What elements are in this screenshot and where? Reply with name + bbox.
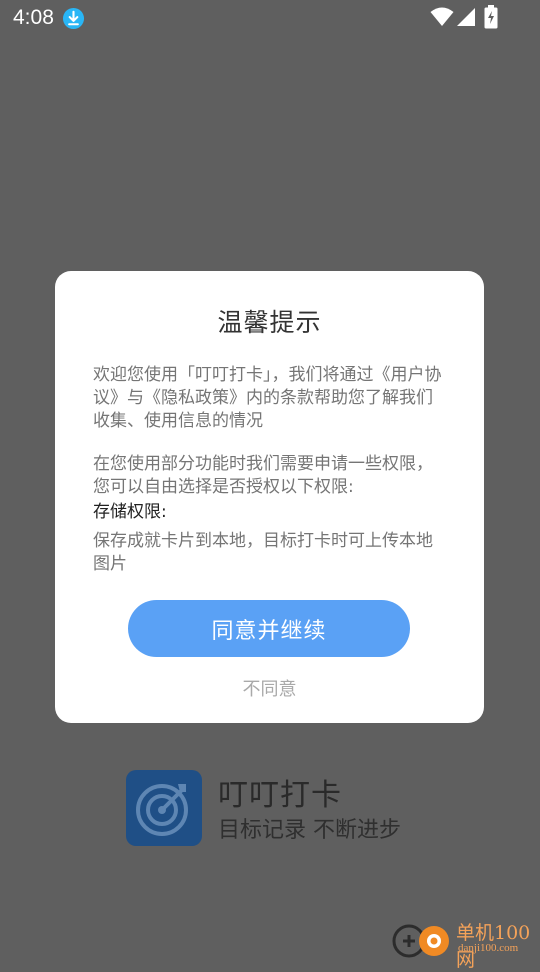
dialog-permission-intro: 在您使用部分功能时我们需要申请一些权限，您可以自由选择是否授权以下权限: (93, 454, 433, 497)
wifi-icon (430, 7, 454, 26)
dialog-title: 温馨提示 (217, 308, 322, 337)
battery-icon (484, 5, 498, 29)
privacy-dialog: 温馨提示 欢迎您使用「叮叮打卡」，我们将通过《用户协议》与《隐私政策》内的条款帮… (55, 271, 484, 723)
app-name: 叮叮打卡 (218, 778, 342, 813)
status-bar: 4:08 (0, 0, 540, 36)
download-icon (62, 7, 85, 30)
storage-permission-desc: 保存成就卡片到本地，目标打卡时可上传本地图片 (93, 531, 433, 574)
dialog-intro-text: 欢迎您使用「叮叮打卡」，我们将通过《用户协议》与《隐私政策》内的条款帮助您了解我… (93, 365, 442, 431)
status-time: 4:08 (13, 6, 54, 29)
signal-icon (457, 8, 475, 26)
watermark-logo-icon (392, 924, 449, 958)
agree-button[interactable]: 同意并继续 (128, 600, 410, 657)
target-icon (136, 784, 188, 836)
watermark-url: danji100.com (458, 942, 519, 954)
app-logo (126, 770, 202, 846)
disagree-button[interactable]: 不同意 (55, 675, 484, 701)
app-slogan: 目标记录 不断进步 (218, 818, 401, 843)
storage-permission-title: 存储权限: (93, 502, 167, 522)
